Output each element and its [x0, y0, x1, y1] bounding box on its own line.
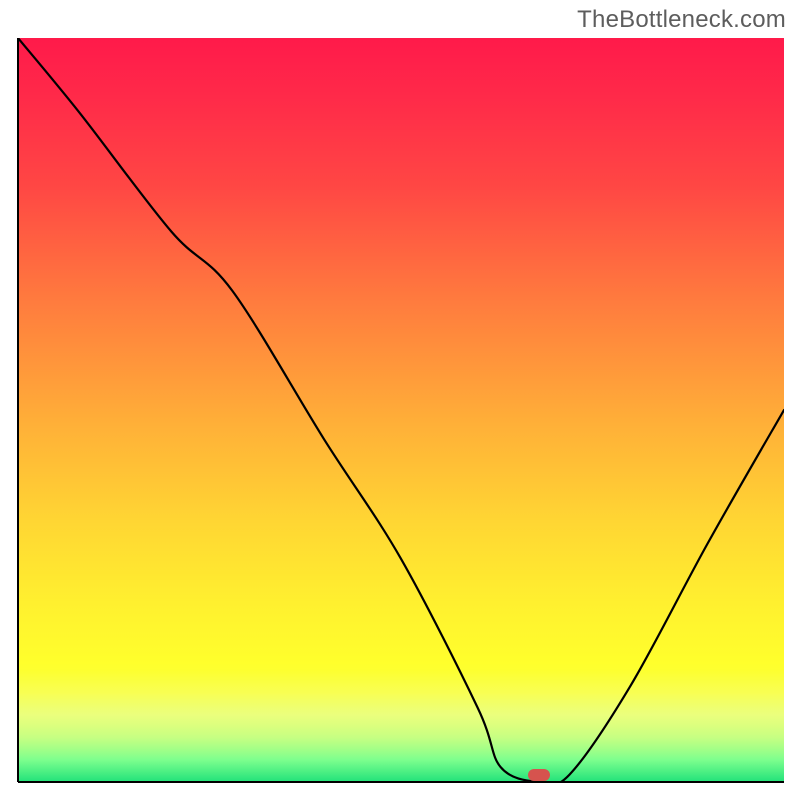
watermark-label: TheBottleneck.com [577, 6, 786, 34]
x-axis [18, 781, 784, 783]
y-axis [17, 38, 19, 782]
bottleneck-curve [18, 38, 784, 782]
optimal-marker [528, 769, 550, 781]
plot-area [18, 38, 784, 782]
chart-container: TheBottleneck.com [0, 0, 800, 800]
